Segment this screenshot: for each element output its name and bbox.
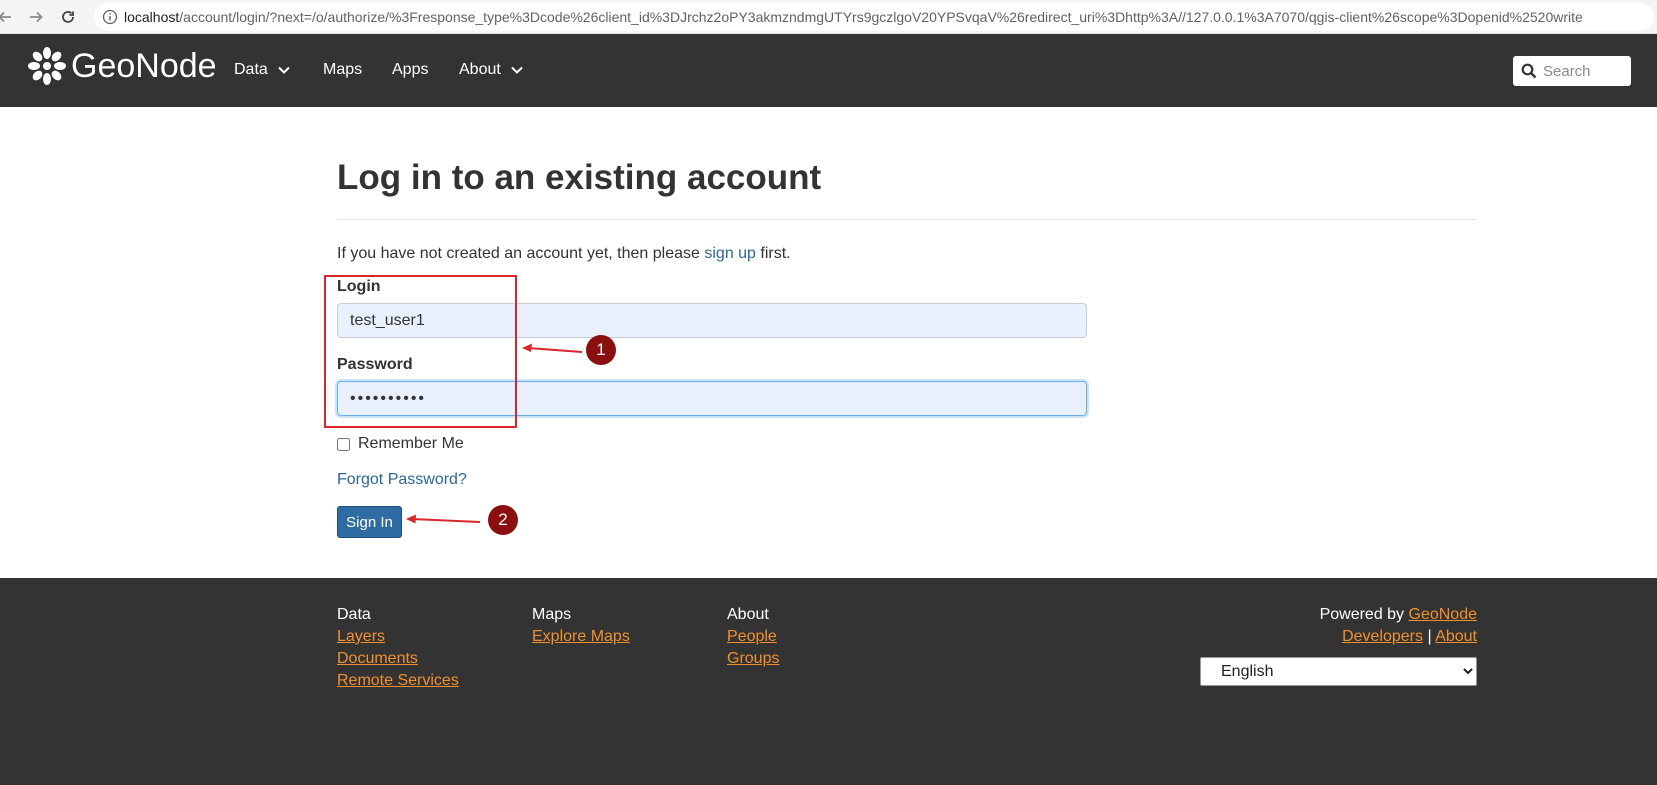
language-select[interactable]: English xyxy=(1200,657,1477,686)
annotation-badge-1: 1 xyxy=(586,335,616,365)
footer-groups-link[interactable]: Groups xyxy=(727,648,779,670)
forgot-password-link[interactable]: Forgot Password? xyxy=(337,471,467,489)
info-icon[interactable] xyxy=(102,9,118,25)
url-path: /account/login/?next=/o/authorize/%3Fres… xyxy=(179,9,1583,25)
sign-up-link[interactable]: sign up xyxy=(704,245,756,262)
footer-layers-link[interactable]: Layers xyxy=(337,626,459,648)
footer-separator: | xyxy=(1423,628,1436,645)
footer: Data Layers Documents Remote Services Ma… xyxy=(0,578,1657,785)
search-box[interactable] xyxy=(1513,56,1631,86)
chevron-down-icon xyxy=(278,66,290,74)
search-input[interactable] xyxy=(1543,56,1627,86)
footer-maps-heading: Maps xyxy=(532,606,572,623)
address-bar[interactable]: localhost/account/login/?next=/o/authori… xyxy=(94,3,1654,31)
forward-icon[interactable] xyxy=(25,6,47,28)
footer-data-heading: Data xyxy=(337,606,371,623)
footer-powered-by: Powered by GeoNode Developers | About xyxy=(1320,604,1477,648)
footer-documents-link[interactable]: Documents xyxy=(337,648,459,670)
geonode-logo-icon xyxy=(28,47,66,85)
browser-toolbar: localhost/account/login/?next=/o/authori… xyxy=(0,0,1657,34)
page-title: Log in to an existing account xyxy=(337,158,822,197)
remember-me-row: Remember Me xyxy=(337,435,464,453)
url-host: localhost xyxy=(124,9,180,25)
footer-people-link[interactable]: People xyxy=(727,626,779,648)
search-icon xyxy=(1521,63,1537,79)
remember-me-label[interactable]: Remember Me xyxy=(358,435,464,453)
remember-me-checkbox[interactable] xyxy=(337,437,350,451)
footer-explore-maps-link[interactable]: Explore Maps xyxy=(532,626,630,648)
annotation-arrow-2 xyxy=(406,514,481,524)
signup-prompt: If you have not created an account yet, … xyxy=(337,245,791,263)
intro-before: If you have not created an account yet, … xyxy=(337,245,705,262)
nav-maps-label: Maps xyxy=(323,61,363,78)
brand-name: GeoNode xyxy=(71,46,217,85)
nav-apps[interactable]: Apps xyxy=(392,61,428,79)
footer-col-data: Data Layers Documents Remote Services xyxy=(337,604,459,692)
top-navbar: GeoNode Data Maps Apps About xyxy=(0,34,1657,107)
footer-remote-services-link[interactable]: Remote Services xyxy=(337,670,459,692)
nav-data[interactable]: Data xyxy=(234,61,290,79)
geonode-link[interactable]: GeoNode xyxy=(1409,606,1478,623)
footer-col-about: About People Groups xyxy=(727,604,779,670)
nav-maps[interactable]: Maps xyxy=(323,61,362,79)
powered-by-line: Powered by GeoNode xyxy=(1320,604,1477,626)
developers-line: Developers | About xyxy=(1320,626,1477,648)
nav-about[interactable]: About xyxy=(459,61,523,79)
nav-apps-label: Apps xyxy=(392,61,429,78)
powered-by-text: Powered by xyxy=(1319,606,1409,623)
url-text: localhost/account/login/?next=/o/authori… xyxy=(124,9,1644,25)
back-icon[interactable] xyxy=(0,6,16,28)
nav-data-label: Data xyxy=(234,61,268,78)
developers-link[interactable]: Developers xyxy=(1342,628,1423,645)
intro-after: first. xyxy=(755,245,791,262)
footer-about-heading: About xyxy=(727,606,769,623)
title-divider xyxy=(337,219,1477,220)
nav-about-label: About xyxy=(459,61,501,78)
chevron-down-icon xyxy=(511,66,523,74)
annotation-highlight-box xyxy=(324,275,517,428)
footer-col-maps: Maps Explore Maps xyxy=(532,604,630,648)
annotation-arrow-1 xyxy=(522,343,583,353)
geonode-logo[interactable]: GeoNode xyxy=(27,46,217,86)
reload-icon[interactable] xyxy=(57,6,79,28)
footer-about-link[interactable]: About xyxy=(1435,628,1477,645)
annotation-badge-2: 2 xyxy=(488,505,518,535)
sign-in-button[interactable]: Sign In xyxy=(337,506,402,538)
